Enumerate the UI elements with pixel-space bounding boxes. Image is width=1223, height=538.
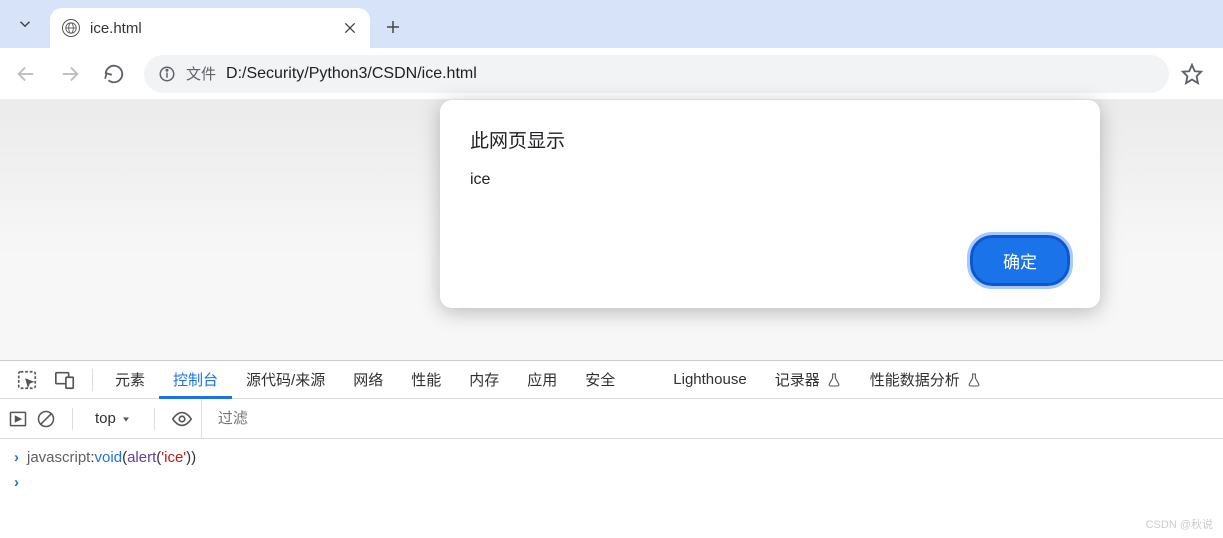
back-button[interactable] [6, 54, 46, 94]
clear-console-icon[interactable] [36, 409, 56, 429]
browser-tab[interactable]: ice.html [50, 8, 370, 48]
prompt-caret-icon: › [14, 449, 19, 466]
close-icon[interactable] [342, 20, 358, 36]
devtools-tab-label: 控制台 [173, 369, 218, 390]
devtools-tab-label: 内存 [469, 369, 499, 390]
devtools-tab-6[interactable]: 应用 [513, 361, 571, 399]
dialog-message: ice [470, 171, 1070, 189]
tab-title: ice.html [90, 20, 332, 37]
devtools-tab-label: 源代码/来源 [246, 369, 325, 390]
separator [92, 369, 93, 391]
page-viewport: 此网页显示 ice 确定 [0, 100, 1223, 360]
context-label: top [95, 410, 116, 427]
console-code: javascript:void(alert('ice')) [27, 449, 196, 466]
devtools-tab-0[interactable]: 元素 [101, 361, 159, 399]
devtools-tab-1[interactable]: 控制台 [159, 361, 232, 399]
tab-strip: ice.html [0, 0, 1223, 48]
devtools-tab-label: 应用 [527, 369, 557, 390]
inspect-icon[interactable] [16, 369, 38, 391]
console-prompt[interactable]: › [14, 470, 1209, 495]
console-toolbar: top [0, 399, 1223, 439]
devtools-tab-10[interactable]: 性能数据分析 [856, 361, 996, 399]
devtools-tab-5[interactable]: 内存 [455, 361, 513, 399]
address-bar: 文件 D:/Security/Python3/CSDN/ice.html [0, 48, 1223, 100]
context-selector[interactable]: top [89, 410, 138, 427]
devtools-tab-label: 网络 [353, 369, 383, 390]
devtools-tab-label: 元素 [115, 369, 145, 390]
live-expression-icon[interactable] [171, 408, 193, 430]
separator [72, 408, 73, 430]
omnibox[interactable]: 文件 D:/Security/Python3/CSDN/ice.html [144, 55, 1169, 93]
dialog-title: 此网页显示 [470, 126, 1070, 153]
file-label: 文件 [186, 63, 216, 84]
plus-icon [384, 18, 402, 36]
devtools-tab-2[interactable]: 源代码/来源 [232, 361, 339, 399]
devtools-tab-4[interactable]: 性能 [397, 361, 455, 399]
devtools-tab-label: 性能 [411, 369, 441, 390]
devtools-tab-7[interactable]: 安全 [571, 361, 629, 399]
dialog-actions: 确定 [470, 235, 1070, 286]
bookmark-star-icon[interactable] [1181, 63, 1203, 85]
alert-dialog: 此网页显示 ice 确定 [440, 100, 1100, 308]
url-text: D:/Security/Python3/CSDN/ice.html [226, 65, 1155, 83]
devtools-tab-bar: 元素 控制台 源代码/来源 网络 性能 内存 应用 安全 Lighthouse 记录器 性能数据分析 [0, 361, 1223, 399]
dropdown-caret-icon [120, 413, 132, 425]
devtools-panel: 元素 控制台 源代码/来源 网络 性能 内存 应用 安全 Lighthouse 记录器 性能数据分析… [0, 360, 1223, 538]
arrow-left-icon [15, 63, 37, 85]
console-body[interactable]: › javascript:void(alert('ice')) › [0, 439, 1223, 501]
device-toggle-icon[interactable] [54, 369, 76, 391]
arrow-right-icon [59, 63, 81, 85]
console-entry: › javascript:void(alert('ice')) [14, 445, 1209, 470]
sidebar-toggle-icon[interactable] [8, 409, 28, 429]
prompt-caret-icon: › [14, 474, 19, 491]
flask-icon [826, 372, 842, 388]
reload-icon [103, 63, 125, 85]
ok-button[interactable]: 确定 [970, 235, 1070, 286]
separator [154, 408, 155, 430]
info-icon [158, 65, 176, 83]
watermark: CSDN @秋说 [1146, 516, 1213, 532]
tab-search-button[interactable] [0, 4, 50, 44]
new-tab-button[interactable] [376, 10, 410, 44]
devtools-tab-3[interactable]: 网络 [339, 361, 397, 399]
flask-icon [966, 372, 982, 388]
devtools-tab-8[interactable]: Lighthouse [659, 361, 760, 399]
forward-button[interactable] [50, 54, 90, 94]
devtools-tab-label: 性能数据分析 [870, 369, 960, 390]
globe-icon [62, 19, 80, 37]
devtools-tab-label: Lighthouse [673, 371, 746, 388]
devtools-tab-label: 安全 [585, 369, 615, 390]
reload-button[interactable] [94, 54, 134, 94]
filter-input[interactable] [212, 405, 1215, 433]
chevron-down-icon [16, 15, 34, 33]
devtools-tab-9[interactable]: 记录器 [761, 361, 856, 399]
devtools-tab-label: 记录器 [775, 369, 820, 390]
